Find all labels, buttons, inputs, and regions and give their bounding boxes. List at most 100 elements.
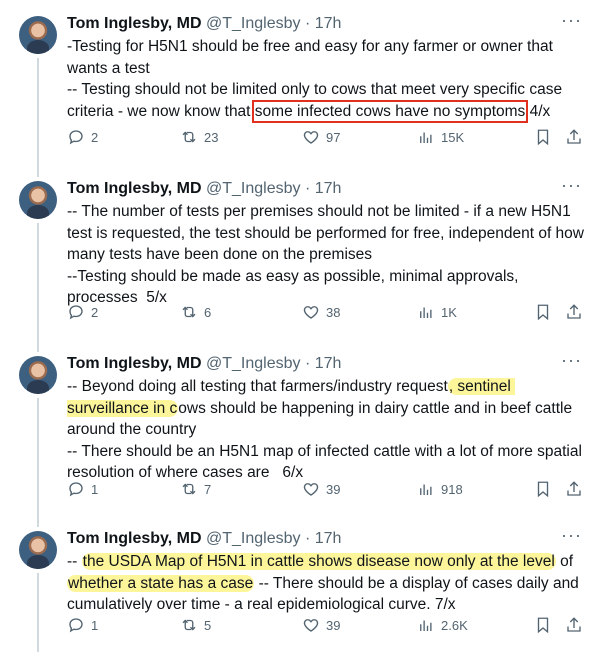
- bookmark-button[interactable]: [534, 616, 552, 634]
- author-name[interactable]: Tom Inglesby, MD: [67, 355, 202, 372]
- timestamp[interactable]: 17h: [315, 355, 342, 372]
- repost-icon: [182, 306, 196, 318]
- share-icon: [567, 481, 581, 496]
- author-name[interactable]: Tom Inglesby, MD: [67, 530, 202, 547]
- reply-icon: [69, 130, 83, 145]
- author-handle[interactable]: @T_Inglesby: [206, 355, 301, 372]
- thread-line: [37, 58, 39, 165]
- view-count: 918: [441, 481, 463, 497]
- reply-button[interactable]: 2: [67, 303, 98, 321]
- reply-count: 1: [91, 617, 99, 633]
- bookmark-icon: [537, 481, 549, 498]
- tweet-text: -Testing for H5N1 should be free and eas…: [67, 38, 563, 123]
- views-button[interactable]: 918: [417, 480, 463, 498]
- like-count: 39: [326, 481, 341, 497]
- bookmark-icon: [537, 304, 549, 321]
- action-bar: 1 7 39 918: [67, 480, 587, 500]
- like-button[interactable]: 97: [302, 128, 340, 146]
- views-icon: [420, 620, 432, 631]
- thread-line: [37, 573, 39, 652]
- like-count: 39: [326, 617, 341, 633]
- like-count: 38: [326, 304, 341, 320]
- author-handle[interactable]: @T_Inglesby: [206, 530, 301, 547]
- bookmark-button[interactable]: [534, 303, 552, 321]
- like-button[interactable]: 38: [302, 303, 340, 321]
- reply-count: 2: [91, 304, 99, 320]
- repost-button[interactable]: 6: [180, 303, 211, 321]
- timestamp[interactable]: 17h: [315, 530, 342, 547]
- repost-count: 7: [204, 481, 212, 497]
- tweet-5[interactable]: Tom Inglesby, MD @T_Inglesby · 17h ··· -…: [0, 165, 600, 340]
- view-count: 15K: [441, 129, 465, 145]
- share-icon: [567, 617, 581, 632]
- timestamp[interactable]: 17h: [315, 180, 342, 197]
- reply-icon: [69, 618, 83, 633]
- bookmark-button[interactable]: [534, 480, 552, 498]
- repost-icon: [182, 483, 196, 495]
- heart-icon: [303, 306, 319, 319]
- avatar[interactable]: [19, 181, 57, 219]
- share-icon: [567, 129, 581, 144]
- author-name[interactable]: Tom Inglesby, MD: [67, 180, 202, 197]
- tweet-7[interactable]: Tom Inglesby, MD @T_Inglesby · 17h ··· -…: [0, 515, 600, 652]
- views-button[interactable]: 15K: [417, 128, 464, 146]
- more-options-icon[interactable]: ···: [561, 175, 582, 196]
- thread-line: [37, 165, 39, 177]
- more-options-icon[interactable]: ···: [561, 350, 582, 371]
- bookmark-button[interactable]: [534, 128, 552, 146]
- avatar[interactable]: [19, 16, 57, 54]
- reply-icon: [69, 482, 83, 497]
- like-button[interactable]: 39: [302, 616, 340, 634]
- like-button[interactable]: 39: [302, 480, 340, 498]
- avatar[interactable]: [19, 531, 57, 569]
- tweet-header: Tom Inglesby, MD @T_Inglesby · 17h: [67, 180, 342, 197]
- repost-icon: [182, 131, 196, 143]
- share-button[interactable]: [565, 616, 583, 634]
- heart-icon: [303, 131, 319, 144]
- share-button[interactable]: [565, 480, 583, 498]
- action-bar: 2 23 97 15K: [67, 128, 587, 148]
- views-button[interactable]: 1K: [417, 303, 457, 321]
- share-button[interactable]: [565, 128, 583, 146]
- timestamp[interactable]: 17h: [315, 15, 342, 32]
- tweet-4[interactable]: Tom Inglesby, MD @T_Inglesby · 17h ··· -…: [0, 0, 600, 165]
- author-handle[interactable]: @T_Inglesby: [206, 15, 301, 32]
- thread-line: [37, 398, 39, 515]
- more-options-icon[interactable]: ···: [561, 525, 582, 546]
- avatar[interactable]: [19, 356, 57, 394]
- thread-line: [37, 223, 39, 340]
- view-count: 2.6K: [441, 617, 468, 633]
- bookmark-icon: [537, 617, 549, 634]
- views-icon: [420, 132, 432, 143]
- reply-button[interactable]: 1: [67, 616, 98, 634]
- reply-button[interactable]: 2: [67, 128, 98, 146]
- reply-icon: [69, 305, 83, 320]
- views-icon: [420, 484, 432, 495]
- tweet-6[interactable]: Tom Inglesby, MD @T_Inglesby · 17h ··· -…: [0, 340, 600, 515]
- thread-line: [37, 515, 39, 527]
- thread-line: [37, 340, 39, 352]
- tweet-header: Tom Inglesby, MD @T_Inglesby · 17h: [67, 530, 342, 547]
- share-icon: [567, 304, 581, 319]
- share-button[interactable]: [565, 303, 583, 321]
- highlighted-text: whether a state has a case: [67, 574, 255, 592]
- repost-count: 6: [204, 304, 212, 320]
- highlighted-text: the USDA Map of H5N1 in cattle shows dis…: [81, 553, 556, 570]
- tweet-header: Tom Inglesby, MD @T_Inglesby · 17h: [67, 15, 342, 32]
- views-icon: [420, 307, 432, 318]
- author-name[interactable]: Tom Inglesby, MD: [67, 15, 202, 32]
- repost-button[interactable]: 7: [180, 480, 211, 498]
- views-button[interactable]: 2.6K: [417, 616, 468, 634]
- tweet-text: -- Beyond doing all testing that farmers…: [67, 378, 582, 481]
- repost-button[interactable]: 5: [180, 616, 211, 634]
- repost-button[interactable]: 23: [180, 128, 218, 146]
- like-count: 97: [326, 129, 341, 145]
- action-bar: 1 5 39 2.6K: [67, 616, 587, 636]
- repost-icon: [182, 619, 196, 631]
- reply-count: 2: [91, 129, 99, 145]
- tweet-text: -- the USDA Map of H5N1 in cattle shows …: [67, 553, 584, 613]
- more-options-icon[interactable]: ···: [561, 10, 582, 31]
- author-handle[interactable]: @T_Inglesby: [206, 180, 301, 197]
- reply-button[interactable]: 1: [67, 480, 98, 498]
- tweet-header: Tom Inglesby, MD @T_Inglesby · 17h: [67, 355, 342, 372]
